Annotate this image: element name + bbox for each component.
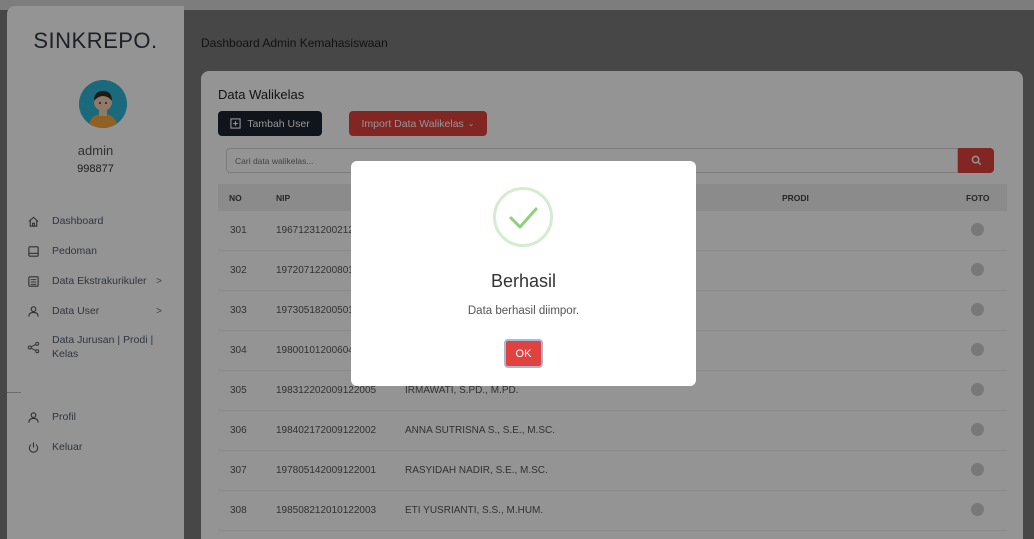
checkmark-icon <box>509 207 538 229</box>
dialog-title: Berhasil <box>490 271 557 291</box>
dialog-message: Data berhasil diimpor. <box>467 305 580 317</box>
success-check-icon <box>493 187 553 247</box>
success-dialog: Berhasil Data berhasil diimpor. OK <box>351 161 696 386</box>
ok-button[interactable]: OK <box>504 339 543 368</box>
